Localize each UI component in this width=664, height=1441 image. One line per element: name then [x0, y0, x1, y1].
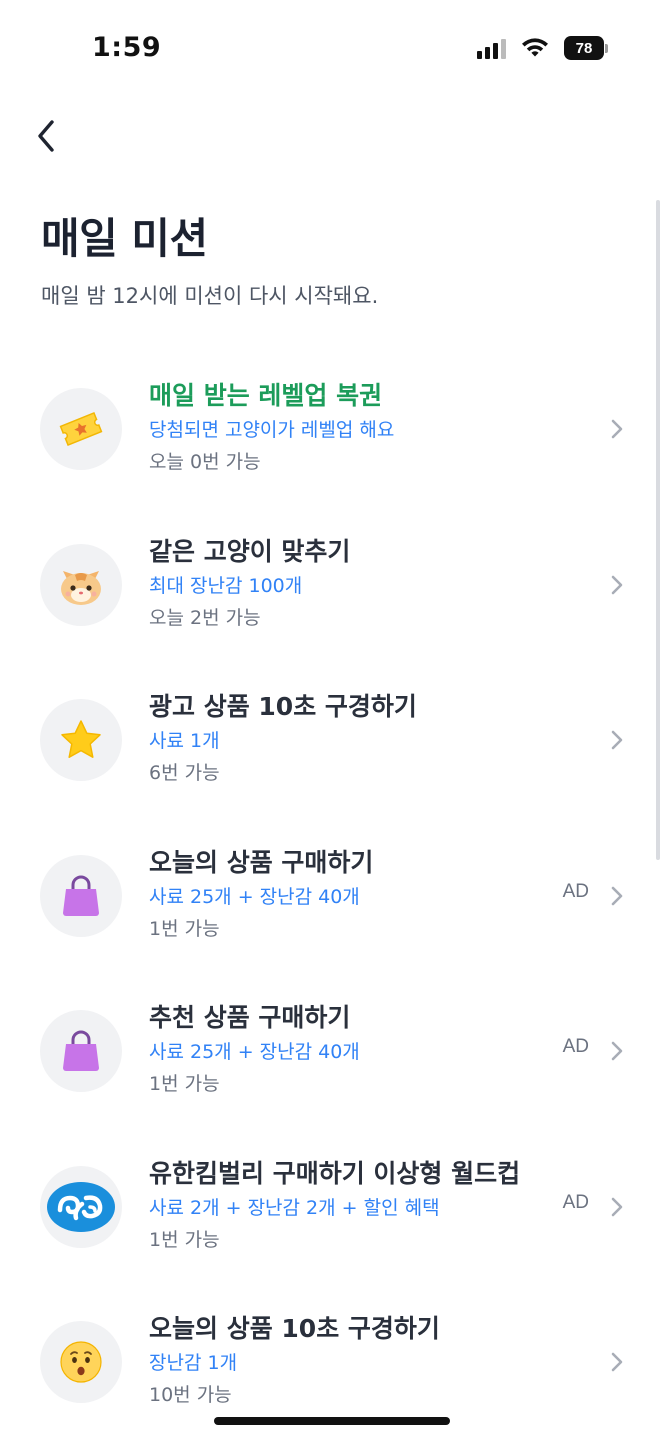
mission-title: 추천 상품 구매하기: [149, 1003, 351, 1032]
mission-icon-container: [40, 1010, 122, 1092]
chevron-right-icon: [611, 886, 623, 905]
mission-item-cat-matching[interactable]: 같은 고양이 맞추기 최대 장난감 100개 오늘 2번 가능: [0, 508, 664, 664]
chevron-right-icon: [611, 419, 623, 439]
mission-item-recommended-purchase[interactable]: 추천 상품 구매하기 사료 25개 + 장난감 40개 1번 가능 AD: [0, 974, 664, 1130]
mission-icon-container: [40, 699, 122, 781]
yuhan-kimberly-logo-icon: [47, 1181, 115, 1232]
mission-reward: 사료 2개 + 장난감 2개 + 할인 혜택: [149, 1196, 440, 1219]
status-time: 1:59: [92, 32, 162, 63]
page-subtitle: 매일 밤 12시에 미션이 다시 시작돼요.: [41, 284, 379, 308]
mission-item-levelup-lottery[interactable]: 매일 받는 레벨업 복권 당첨되면 고양이가 레벨업 해요 오늘 0번 가능: [0, 352, 664, 508]
chevron-right-icon: [611, 1041, 623, 1061]
mission-item-today-purchase[interactable]: 오늘의 상품 구매하기 사료 25개 + 장난감 40개 1번 가능 AD: [0, 819, 664, 975]
ticket-icon: [59, 412, 103, 446]
page-title: 매일 미션: [41, 214, 208, 263]
chevron-left-icon: [38, 120, 54, 152]
cat-face-icon: [61, 570, 101, 605]
surprised-face-icon: [60, 1341, 102, 1383]
mission-reward: 사료 25개 + 장난감 40개: [149, 1041, 360, 1063]
mission-limit: 10번 가능: [149, 1384, 232, 1406]
cellular-signal-icon: [477, 37, 506, 59]
mission-reward: 사료 1개: [149, 730, 220, 752]
chevron-right-icon: [611, 1197, 623, 1216]
mission-title: 매일 받는 레벨업 복권: [149, 381, 383, 410]
mission-reward: 당첨되면 고양이가 레벨업 해요: [149, 419, 395, 441]
status-bar: 1:59 78: [0, 0, 664, 100]
star-icon: [61, 720, 101, 758]
mission-title: 오늘의 상품 구매하기: [149, 847, 374, 877]
chevron-right-icon: [611, 730, 623, 750]
mission-icon-container: [40, 1321, 122, 1403]
mission-limit: 1번 가능: [149, 1073, 220, 1095]
shopping-bag-icon: [63, 875, 99, 916]
mission-limit: 오늘 0번 가능: [149, 451, 261, 473]
home-indicator[interactable]: [214, 1417, 450, 1425]
mission-title: 유한킴벌리 구매하기 이상형 월드컵: [149, 1158, 521, 1188]
mission-icon-container: [40, 543, 122, 626]
status-icons: 78: [477, 36, 608, 60]
chevron-right-icon: [611, 575, 623, 594]
mission-limit: 1번 가능: [149, 1228, 220, 1251]
mission-icon-container: [40, 1165, 122, 1248]
mission-reward: 장난감 1개: [149, 1352, 238, 1374]
mission-reward: 사료 25개 + 장난감 40개: [149, 885, 360, 908]
mission-limit: 1번 가능: [149, 917, 220, 940]
battery-level: 78: [564, 36, 604, 60]
mission-title: 광고 상품 10초 구경하기: [149, 692, 417, 721]
ad-badge: AD: [562, 1191, 589, 1213]
wifi-icon: [522, 38, 548, 57]
mission-icon-container: [40, 854, 122, 937]
shopping-bag-icon: [63, 1030, 99, 1071]
mission-reward: 최대 장난감 100개: [149, 574, 303, 597]
back-button[interactable]: [26, 112, 66, 160]
mission-list: 매일 받는 레벨업 복권 당첨되면 고양이가 레벨업 해요 오늘 0번 가능 같…: [0, 352, 664, 1441]
mission-icon-container: [40, 388, 122, 470]
mission-limit: 오늘 2번 가능: [149, 606, 261, 629]
ad-badge: AD: [562, 880, 589, 902]
battery-icon: 78: [564, 36, 608, 60]
ad-badge: AD: [562, 1036, 589, 1057]
mission-limit: 6번 가능: [149, 762, 220, 784]
mission-title: 오늘의 상품 10초 구경하기: [149, 1314, 440, 1343]
mission-item-yuhan-kimberly[interactable]: 유한킴벌리 구매하기 이상형 월드컵 사료 2개 + 장난감 2개 + 할인 혜…: [0, 1130, 664, 1286]
mission-item-ad-view[interactable]: 광고 상품 10초 구경하기 사료 1개 6번 가능: [0, 663, 664, 819]
mission-title: 같은 고양이 맞추기: [149, 536, 351, 566]
chevron-right-icon: [611, 1352, 623, 1372]
